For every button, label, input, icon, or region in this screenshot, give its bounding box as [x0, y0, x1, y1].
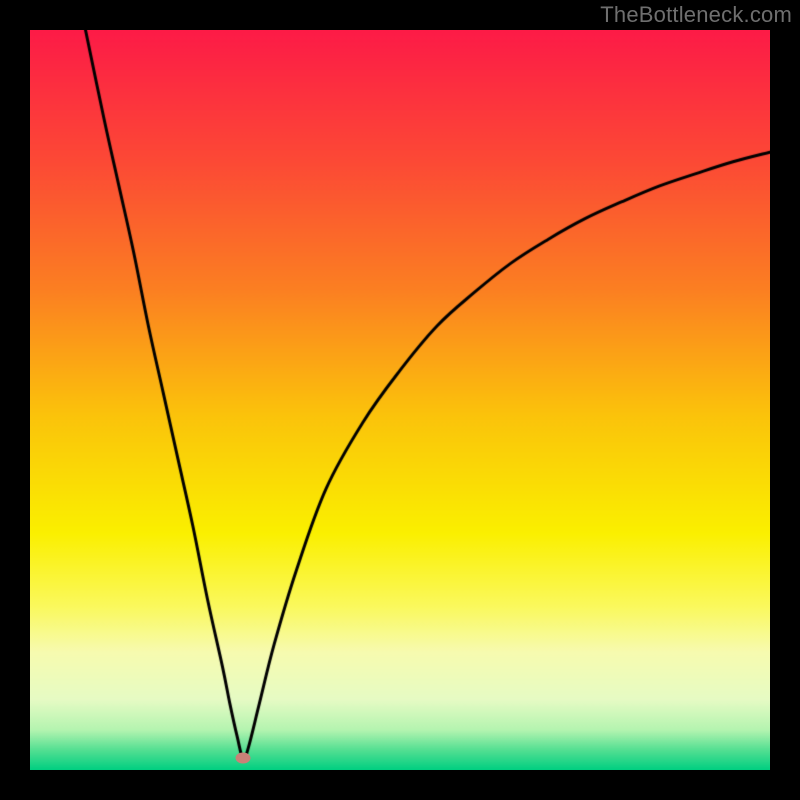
chart-frame: TheBottleneck.com — [0, 0, 800, 800]
plot-area — [30, 30, 770, 770]
optimal-point-marker — [236, 753, 251, 764]
bottleneck-curve — [30, 30, 770, 770]
watermark-text: TheBottleneck.com — [600, 2, 792, 28]
